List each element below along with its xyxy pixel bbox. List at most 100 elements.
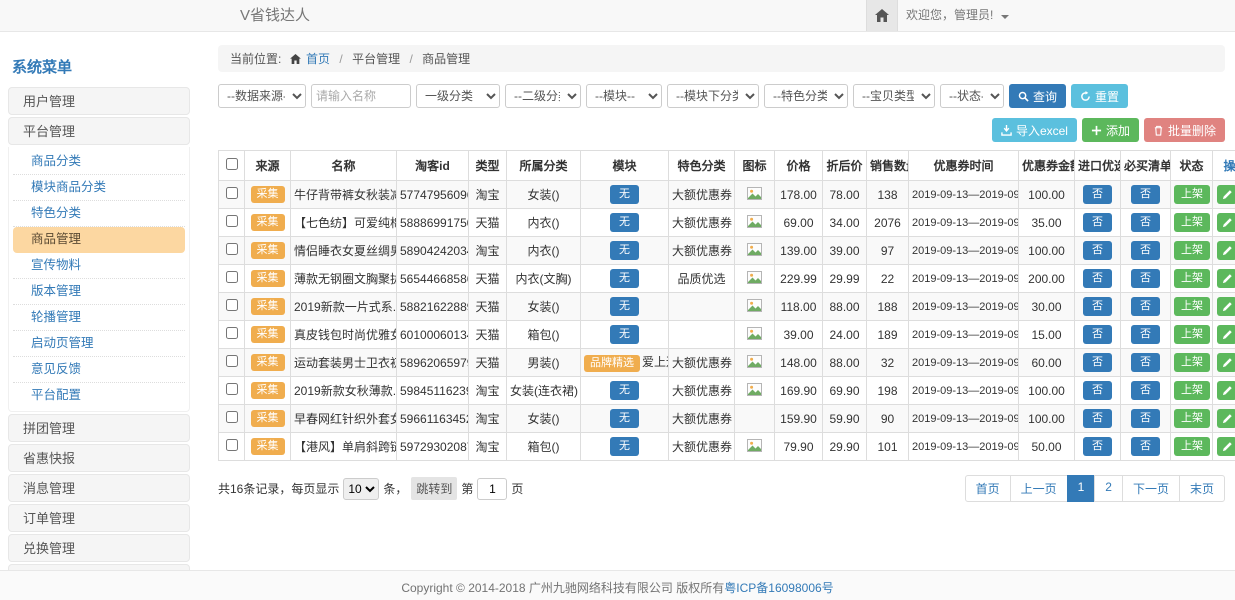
imported-toggle-badge[interactable]: 否 [1083, 353, 1112, 372]
imported-toggle-badge[interactable]: 否 [1083, 437, 1112, 456]
pager-item-上一页[interactable]: 上一页 [1010, 475, 1068, 502]
welcome-text: 欢迎您，管理员! [906, 8, 993, 22]
edit-button[interactable] [1217, 269, 1235, 288]
imported-toggle-badge[interactable]: 否 [1083, 409, 1112, 428]
filter-select-模块[interactable]: --模块-- [586, 84, 662, 108]
edit-button[interactable] [1217, 409, 1235, 428]
batch-delete-button[interactable]: 批量删除 [1144, 118, 1225, 142]
filter-select-状态[interactable]: --状态-- [940, 84, 1004, 108]
breadcrumb-home-link[interactable]: 首页 [306, 52, 330, 66]
status-badge[interactable]: 上架 [1174, 241, 1210, 260]
module-badge: 无 [610, 213, 639, 232]
sidebar-item-轮播管理[interactable]: 轮播管理 [13, 305, 185, 331]
pager-item-末页[interactable]: 末页 [1179, 475, 1225, 502]
imported-toggle-badge[interactable]: 否 [1083, 381, 1112, 400]
select-all-checkbox[interactable] [226, 158, 238, 170]
home-button[interactable] [866, 0, 898, 31]
status-badge[interactable]: 上架 [1174, 213, 1210, 232]
row-checkbox[interactable] [226, 187, 238, 199]
status-badge[interactable]: 上架 [1174, 325, 1210, 344]
imported-toggle-badge[interactable]: 否 [1083, 185, 1112, 204]
edit-button[interactable] [1217, 353, 1235, 372]
sidebar-item-启动页管理[interactable]: 启动页管理 [13, 331, 185, 357]
imported-toggle-badge[interactable]: 否 [1083, 269, 1112, 288]
per-page-select[interactable]: 10 [343, 478, 379, 500]
sidebar-item-消息管理[interactable]: 消息管理 [8, 474, 190, 502]
edit-button[interactable] [1217, 241, 1235, 260]
pager-item-2[interactable]: 2 [1094, 475, 1123, 502]
sidebar-item-用户管理[interactable]: 用户管理 [8, 87, 190, 115]
status-badge[interactable]: 上架 [1174, 297, 1210, 316]
icp-link[interactable]: 粤ICP备16098006号 [724, 581, 833, 595]
imported-toggle-badge[interactable]: 否 [1083, 297, 1112, 316]
import-excel-button[interactable]: 导入excel [992, 118, 1077, 142]
row-checkbox[interactable] [226, 299, 238, 311]
status-badge[interactable]: 上架 [1174, 381, 1210, 400]
sidebar-item-商品管理[interactable]: 商品管理 [13, 227, 185, 253]
imported-toggle-badge[interactable]: 否 [1083, 213, 1112, 232]
sidebar-item-版本管理[interactable]: 版本管理 [13, 279, 185, 305]
filter-select-一级分类[interactable]: 一级分类 [416, 84, 500, 108]
row-checkbox[interactable] [226, 383, 238, 395]
filter-select-模块下分类[interactable]: --模块下分类-- [667, 84, 759, 108]
status-badge[interactable]: 上架 [1174, 185, 1210, 204]
sidebar-item-拼团管理[interactable]: 拼团管理 [8, 414, 190, 442]
user-menu[interactable]: 欢迎您，管理员! [906, 0, 1009, 31]
must-buy-toggle-badge[interactable]: 否 [1131, 297, 1160, 316]
name-search-input[interactable] [311, 84, 411, 108]
edit-button[interactable] [1217, 213, 1235, 232]
sidebar-item-省惠快报[interactable]: 省惠快报 [8, 444, 190, 472]
sidebar-item-意见反馈[interactable]: 意见反馈 [13, 357, 185, 383]
pager-item-首页[interactable]: 首页 [965, 475, 1011, 502]
pager-item-下一页[interactable]: 下一页 [1122, 475, 1180, 502]
must-buy-toggle-badge[interactable]: 否 [1131, 381, 1160, 400]
must-buy-toggle-badge[interactable]: 否 [1131, 241, 1160, 260]
filter-select-二级分类[interactable]: --二级分类-- [505, 84, 581, 108]
row-checkbox[interactable] [226, 243, 238, 255]
sidebar-item-特色分类[interactable]: 特色分类 [13, 201, 185, 227]
must-buy-toggle-badge[interactable]: 否 [1131, 437, 1160, 456]
search-button[interactable]: 查询 [1009, 84, 1066, 108]
pager-item-1[interactable]: 1 [1067, 475, 1096, 502]
filter-select-特色分类[interactable]: --特色分类-- [764, 84, 848, 108]
sidebar-item-平台管理[interactable]: 平台管理 [8, 117, 190, 145]
page-number-input[interactable] [477, 478, 507, 500]
sidebar-item-平台配置[interactable]: 平台配置 [13, 383, 185, 409]
cell-feature [669, 321, 735, 349]
cell-name: 牛仔背带裤女秋装减龄... [291, 181, 397, 209]
add-button[interactable]: 添加 [1082, 118, 1139, 142]
cell-name: 运动套装男士卫衣初秋... [291, 349, 397, 377]
row-checkbox[interactable] [226, 271, 238, 283]
sidebar-item-商品分类[interactable]: 商品分类 [13, 149, 185, 175]
must-buy-toggle-badge[interactable]: 否 [1131, 353, 1160, 372]
imported-toggle-badge[interactable]: 否 [1083, 241, 1112, 260]
status-badge[interactable]: 上架 [1174, 353, 1210, 372]
must-buy-toggle-badge[interactable]: 否 [1131, 213, 1160, 232]
edit-button[interactable] [1217, 185, 1235, 204]
imported-toggle-badge[interactable]: 否 [1083, 325, 1112, 344]
edit-button[interactable] [1217, 381, 1235, 400]
must-buy-toggle-badge[interactable]: 否 [1131, 269, 1160, 288]
reset-button[interactable]: 重置 [1071, 84, 1128, 108]
status-badge[interactable]: 上架 [1174, 437, 1210, 456]
must-buy-toggle-badge[interactable]: 否 [1131, 409, 1160, 428]
row-checkbox[interactable] [226, 411, 238, 423]
edit-button[interactable] [1217, 437, 1235, 456]
edit-button[interactable] [1217, 297, 1235, 316]
cell-coupon-time: 2019-09-13—2019-09-19 [909, 293, 1019, 321]
row-checkbox[interactable] [226, 327, 238, 339]
filter-select-数据来源[interactable]: --数据来源-- [218, 84, 306, 108]
row-checkbox[interactable] [226, 439, 238, 451]
sidebar-item-宣传物料[interactable]: 宣传物料 [13, 253, 185, 279]
filter-select-宝贝类型[interactable]: --宝贝类型-- [853, 84, 935, 108]
sidebar-item-模块商品分类[interactable]: 模块商品分类 [13, 175, 185, 201]
sidebar-item-兑换管理[interactable]: 兑换管理 [8, 534, 190, 562]
row-checkbox[interactable] [226, 215, 238, 227]
status-badge[interactable]: 上架 [1174, 409, 1210, 428]
must-buy-toggle-badge[interactable]: 否 [1131, 185, 1160, 204]
status-badge[interactable]: 上架 [1174, 269, 1210, 288]
row-checkbox[interactable] [226, 355, 238, 367]
edit-button[interactable] [1217, 325, 1235, 344]
sidebar-item-订单管理[interactable]: 订单管理 [8, 504, 190, 532]
must-buy-toggle-badge[interactable]: 否 [1131, 325, 1160, 344]
